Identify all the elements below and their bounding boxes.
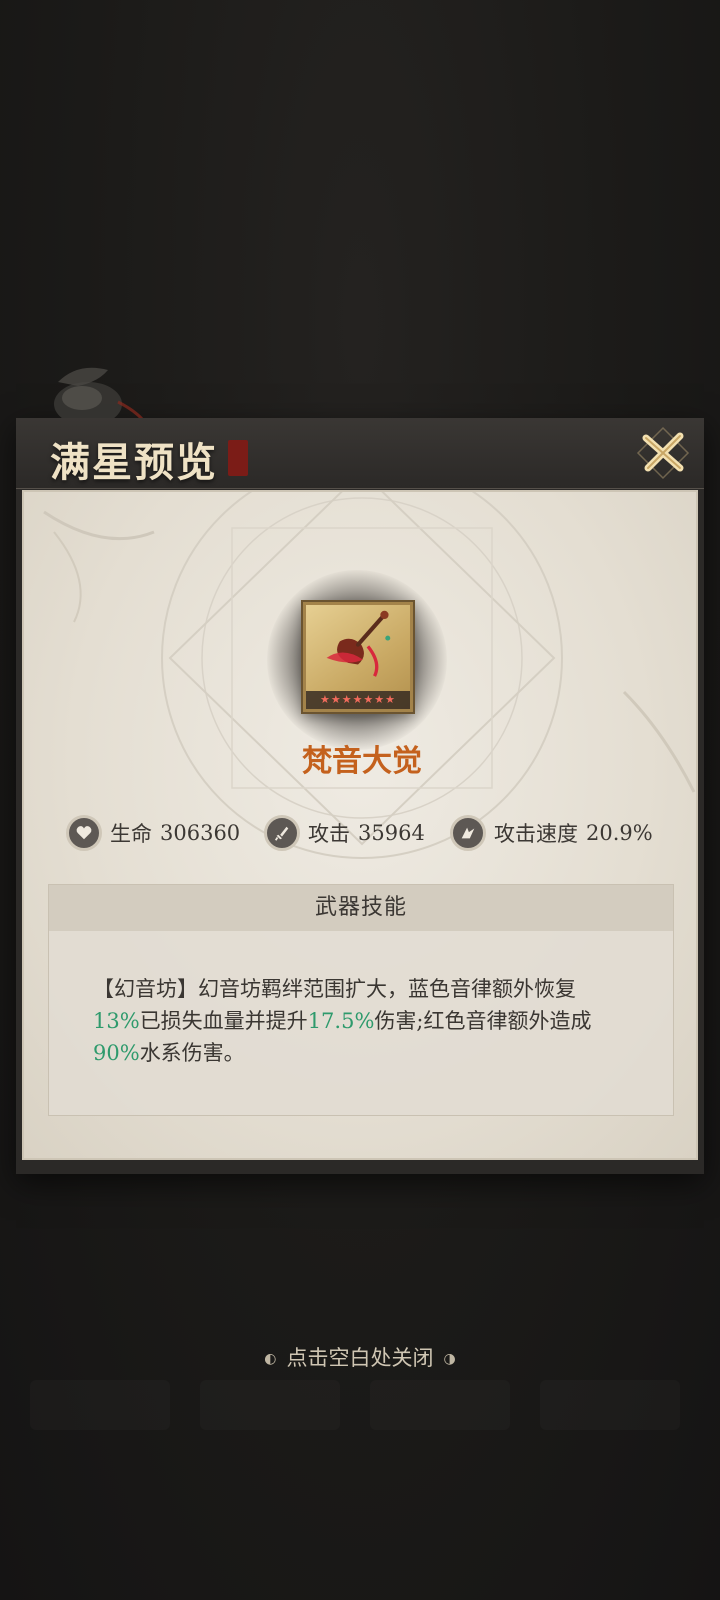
pipa-weapon-icon — [326, 610, 391, 677]
panel-body: ★★★★★★★ 梵音大觉 生命 306360 攻击 35964 攻击速度 20.… — [22, 490, 698, 1160]
tap-to-close-hint[interactable]: ◐ 点击空白处关闭 ◑ — [0, 1342, 720, 1372]
bg-scene-block — [200, 1380, 340, 1430]
star-rating: ★★★★★★★ — [306, 691, 410, 709]
stat-hp-label: 生命 — [110, 822, 152, 846]
dagger-icon — [264, 815, 300, 851]
hint-left-ornament-icon: ◐ — [264, 1351, 277, 1367]
skill-highlight-value: 13% — [93, 1009, 140, 1033]
weapon-skill-description: 【幻音坊】幻音坊羁绊范围扩大，蓝色音律额外恢复 13%已损失血量并提升17.5%伤… — [93, 973, 613, 1069]
stat-attack-speed-label: 攻击速度 — [494, 822, 578, 846]
stat-attack-speed-value: 20.9% — [586, 821, 653, 845]
red-seal-stamp — [228, 440, 248, 476]
stats-row: 生命 306360 攻击 35964 攻击速度 20.9% — [24, 810, 696, 856]
stat-hp: 生命 306360 — [66, 810, 240, 856]
hint-text: 点击空白处关闭 — [286, 1346, 434, 1370]
bg-scene-block — [30, 1380, 170, 1430]
hint-right-ornament-icon: ◑ — [443, 1351, 456, 1367]
skill-highlight-value: 17.5% — [307, 1009, 375, 1033]
item-name: 梵音大觉 — [302, 744, 422, 779]
close-x-icon[interactable] — [634, 424, 692, 482]
full-star-preview-panel: 满星预览 ★★★★★★★ 梵音大觉 生命 306360 攻击 35964 攻击速… — [16, 367, 704, 1174]
weapon-skill-heading: 武器技能 — [49, 885, 673, 931]
skill-desc-text: 【幻音坊】幻音坊羁绊范围扩大， — [93, 977, 408, 1001]
game-screen[interactable]: 满星预览 ★★★★★★★ 梵音大觉 生命 306360 攻击 35964 攻击速… — [0, 0, 720, 1600]
panel-header: 满星预览 — [16, 418, 704, 489]
weapon-skill-box: 武器技能 【幻音坊】幻音坊羁绊范围扩大，蓝色音律额外恢复 13%已损失血量并提升1… — [48, 884, 674, 1116]
stat-attack-value: 35964 — [358, 821, 425, 845]
panel-title: 满星预览 — [50, 439, 218, 486]
stat-attack-speed: 攻击速度 20.9% — [450, 810, 653, 856]
wind-blade-icon — [450, 815, 486, 851]
skill-desc-text: 已损失血量并提升 — [139, 1009, 308, 1033]
stat-attack: 攻击 35964 — [264, 810, 425, 856]
bg-scene-block — [370, 1380, 510, 1430]
skill-desc-text: 蓝色音律额外恢复 — [408, 977, 576, 1001]
skill-highlight-value: 90% — [93, 1041, 140, 1065]
skill-desc-text: 水系伤害。 — [139, 1041, 245, 1065]
stat-hp-value: 306360 — [160, 821, 241, 845]
weapon-item-card[interactable]: ★★★★★★★ — [303, 602, 413, 712]
stat-attack-label: 攻击 — [308, 822, 350, 846]
heart-icon — [66, 815, 102, 851]
bg-scene-block — [540, 1380, 680, 1430]
skill-desc-text: 伤害;红色音律额外造成 — [374, 1009, 592, 1033]
